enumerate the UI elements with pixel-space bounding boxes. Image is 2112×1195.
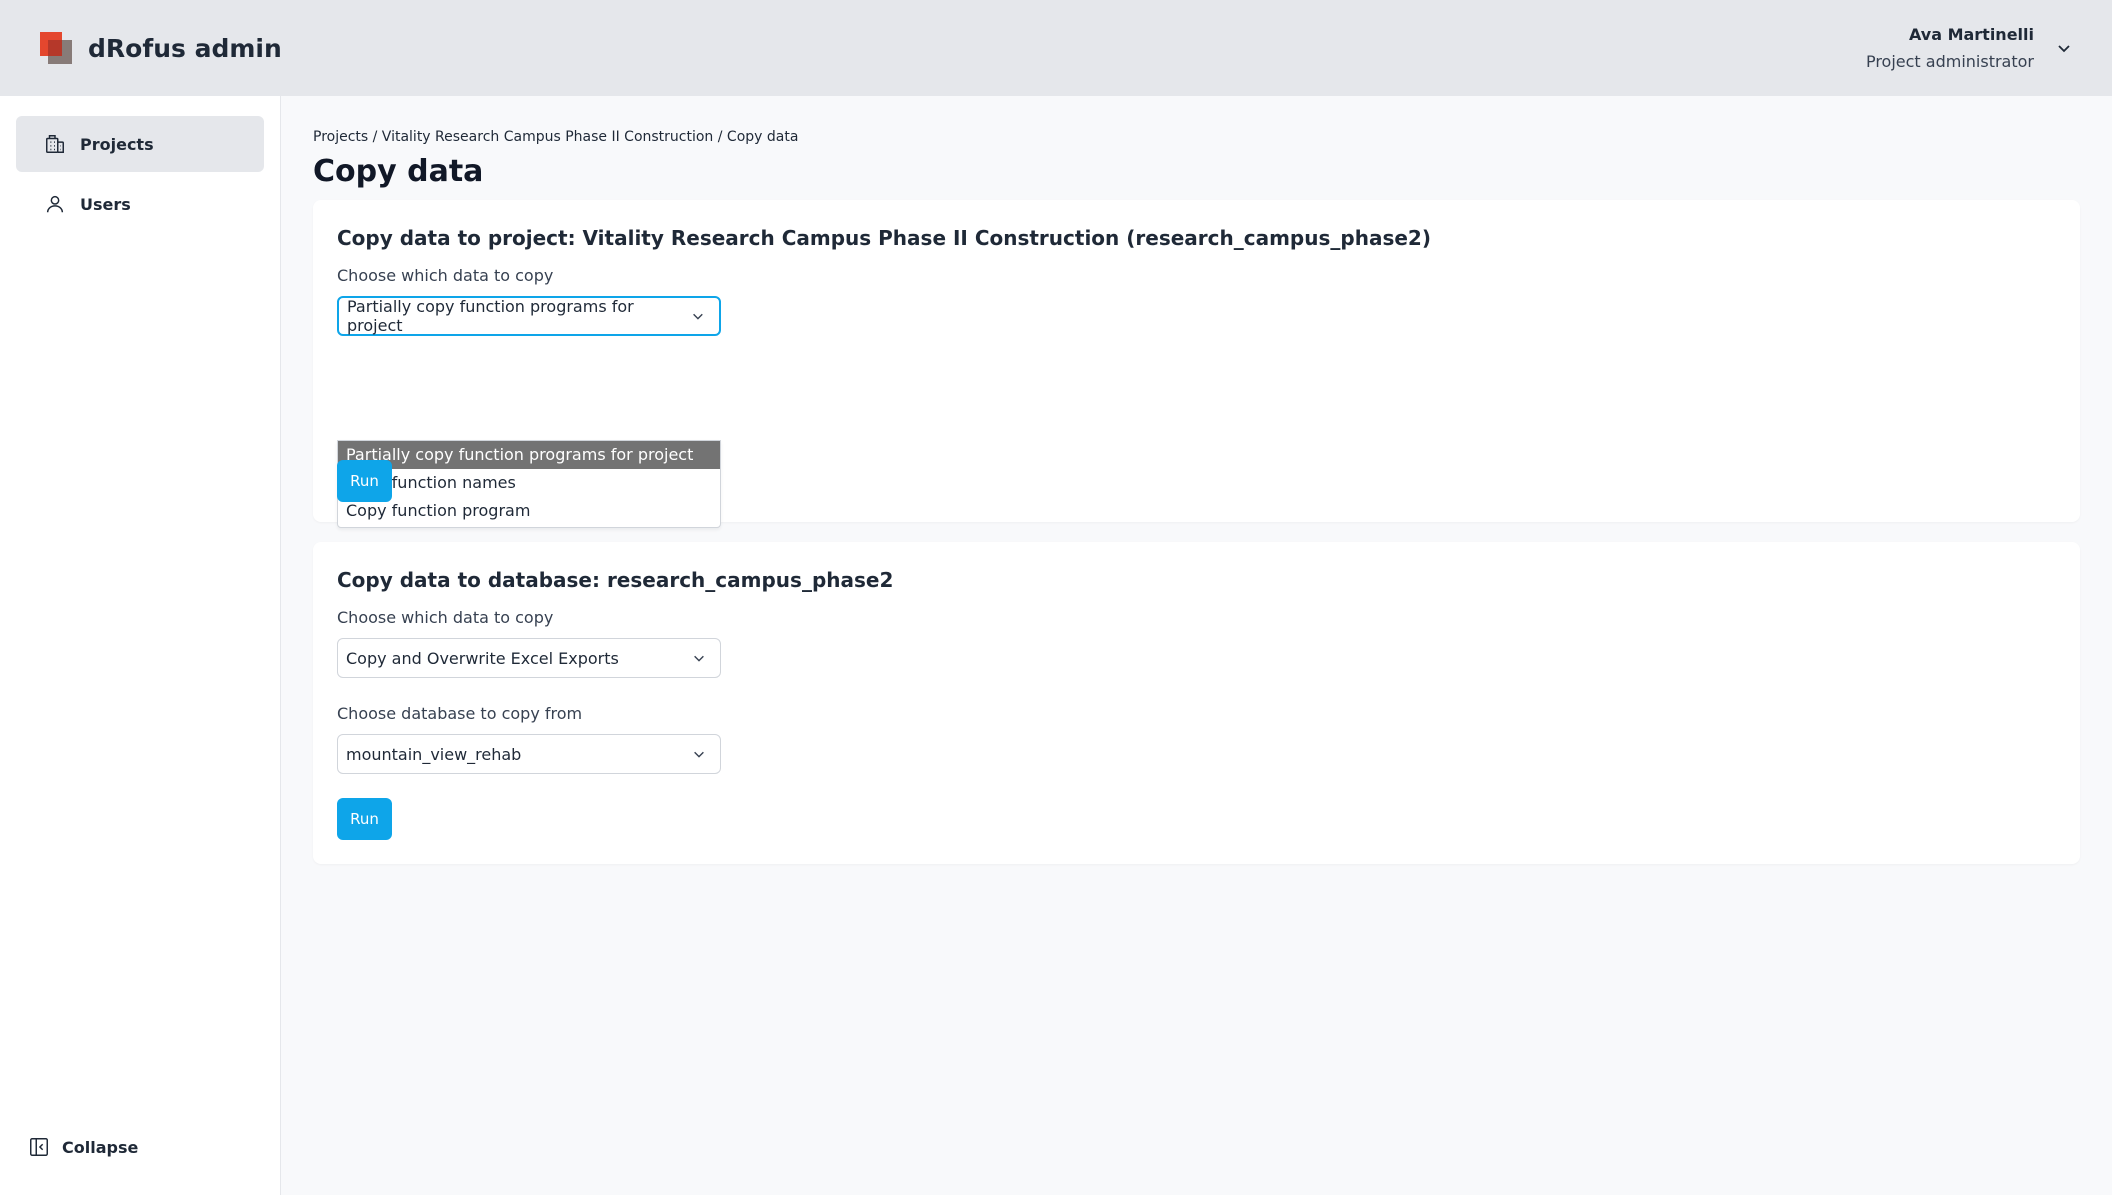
collapse-sidebar-icon [30, 1138, 48, 1156]
dropdown-option[interactable]: Copy function names [338, 469, 720, 497]
run-button[interactable]: Run [337, 798, 392, 840]
sidebar-item-label: Users [80, 194, 131, 214]
drofus-logo-icon [40, 32, 72, 64]
copy-to-database-card: Copy data to database: research_campus_p… [313, 542, 2080, 864]
data-select-value: Copy and Overwrite Excel Exports [346, 648, 619, 668]
collapse-label: Collapse [62, 1137, 139, 1157]
database-select-value: mountain_view_rehab [346, 744, 522, 764]
database-select-label: Choose database to copy from [337, 704, 583, 723]
building-icon [46, 135, 64, 153]
top-bar: dRofus admin Ava Martinelli Project admi… [0, 0, 2112, 96]
data-select-value: Partially copy function programs for pro… [347, 297, 634, 335]
brand[interactable]: dRofus admin [40, 32, 282, 64]
sidebar-item-users[interactable]: Users [16, 176, 264, 232]
data-select[interactable]: Copy and Overwrite Excel Exports [337, 638, 721, 678]
sidebar: Projects Users Collapse [0, 96, 281, 1195]
data-select-label: Choose which data to copy [337, 266, 554, 285]
brand-title: dRofus admin [88, 33, 282, 63]
chevron-down-icon [693, 313, 703, 320]
sidebar-item-label: Projects [80, 134, 154, 154]
copy-to-project-card: Copy data to project: Vitality Research … [313, 200, 2080, 528]
user-icon [46, 195, 64, 213]
run-button[interactable]: Run [337, 460, 392, 502]
card-title: Copy data to project: Vitality Research … [337, 226, 1431, 250]
dropdown-option[interactable]: Partially copy function programs for pro… [338, 441, 720, 469]
user-role: Project administrator [1865, 52, 2034, 71]
user-name: Ava Martinelli [1908, 25, 2034, 44]
user-menu[interactable]: Ava Martinelli Project administrator [1866, 25, 2072, 71]
chevron-down-icon [694, 751, 704, 758]
data-select[interactable]: Partially copy function programs for pro… [337, 296, 721, 336]
collapse-button[interactable]: Collapse [28, 1136, 138, 1158]
breadcrumb[interactable]: Projects / Vitality Research Campus Phas… [313, 129, 798, 145]
card-title: Copy data to database: research_campus_p… [337, 568, 894, 592]
database-select[interactable]: mountain_view_rehab [337, 734, 721, 774]
page-title: Copy data [313, 154, 484, 189]
data-select-label: Choose which data to copy [337, 608, 554, 627]
dropdown-option[interactable]: Copy function program [338, 497, 720, 525]
chevron-down-icon[interactable] [2056, 40, 2072, 56]
sidebar-item-projects[interactable]: Projects [16, 116, 264, 172]
chevron-down-icon [694, 655, 704, 662]
data-select-dropdown: Partially copy function programs for pro… [337, 440, 721, 528]
